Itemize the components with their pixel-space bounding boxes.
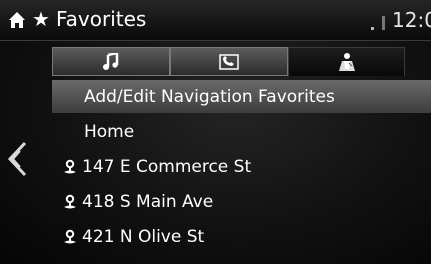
header-bar: ★ Favorites 12:04 [0,0,431,41]
clock: 12:04 [392,8,431,32]
list-item-add-edit[interactable]: Add/Edit Navigation Favorites [52,80,431,113]
location-pin-icon [64,159,76,174]
list-item-label: 147 E Commerce St [82,157,252,177]
back-arrow-icon[interactable] [4,137,30,181]
tab-phone[interactable] [170,47,288,76]
list-item-label: Home [84,122,135,142]
tab-music[interactable] [52,47,170,76]
signal-dot-icon [371,27,374,30]
list-item-home[interactable]: Home [52,115,431,148]
navigation-person-icon [338,53,355,71]
location-pin-icon [64,229,76,244]
music-note-icon [103,52,119,70]
page-title: Favorites [56,7,147,31]
tab-navigation[interactable] [288,47,405,76]
tab-bar [52,47,405,76]
list-item-address[interactable]: 418 S Main Ave [52,185,431,218]
location-pin-icon [64,194,76,209]
list-item-label: 421 N Olive St [82,227,205,247]
phone-icon [219,53,239,70]
star-icon: ★ [32,7,50,31]
list-item-label: Add/Edit Navigation Favorites [84,87,335,107]
list-item-address[interactable]: 147 E Commerce St [52,150,431,183]
home-icon[interactable] [8,11,26,29]
list-item-label: 418 S Main Ave [82,192,214,212]
signal-bar-icon [382,16,385,30]
list-item-address[interactable]: 421 N Olive St [52,220,431,253]
